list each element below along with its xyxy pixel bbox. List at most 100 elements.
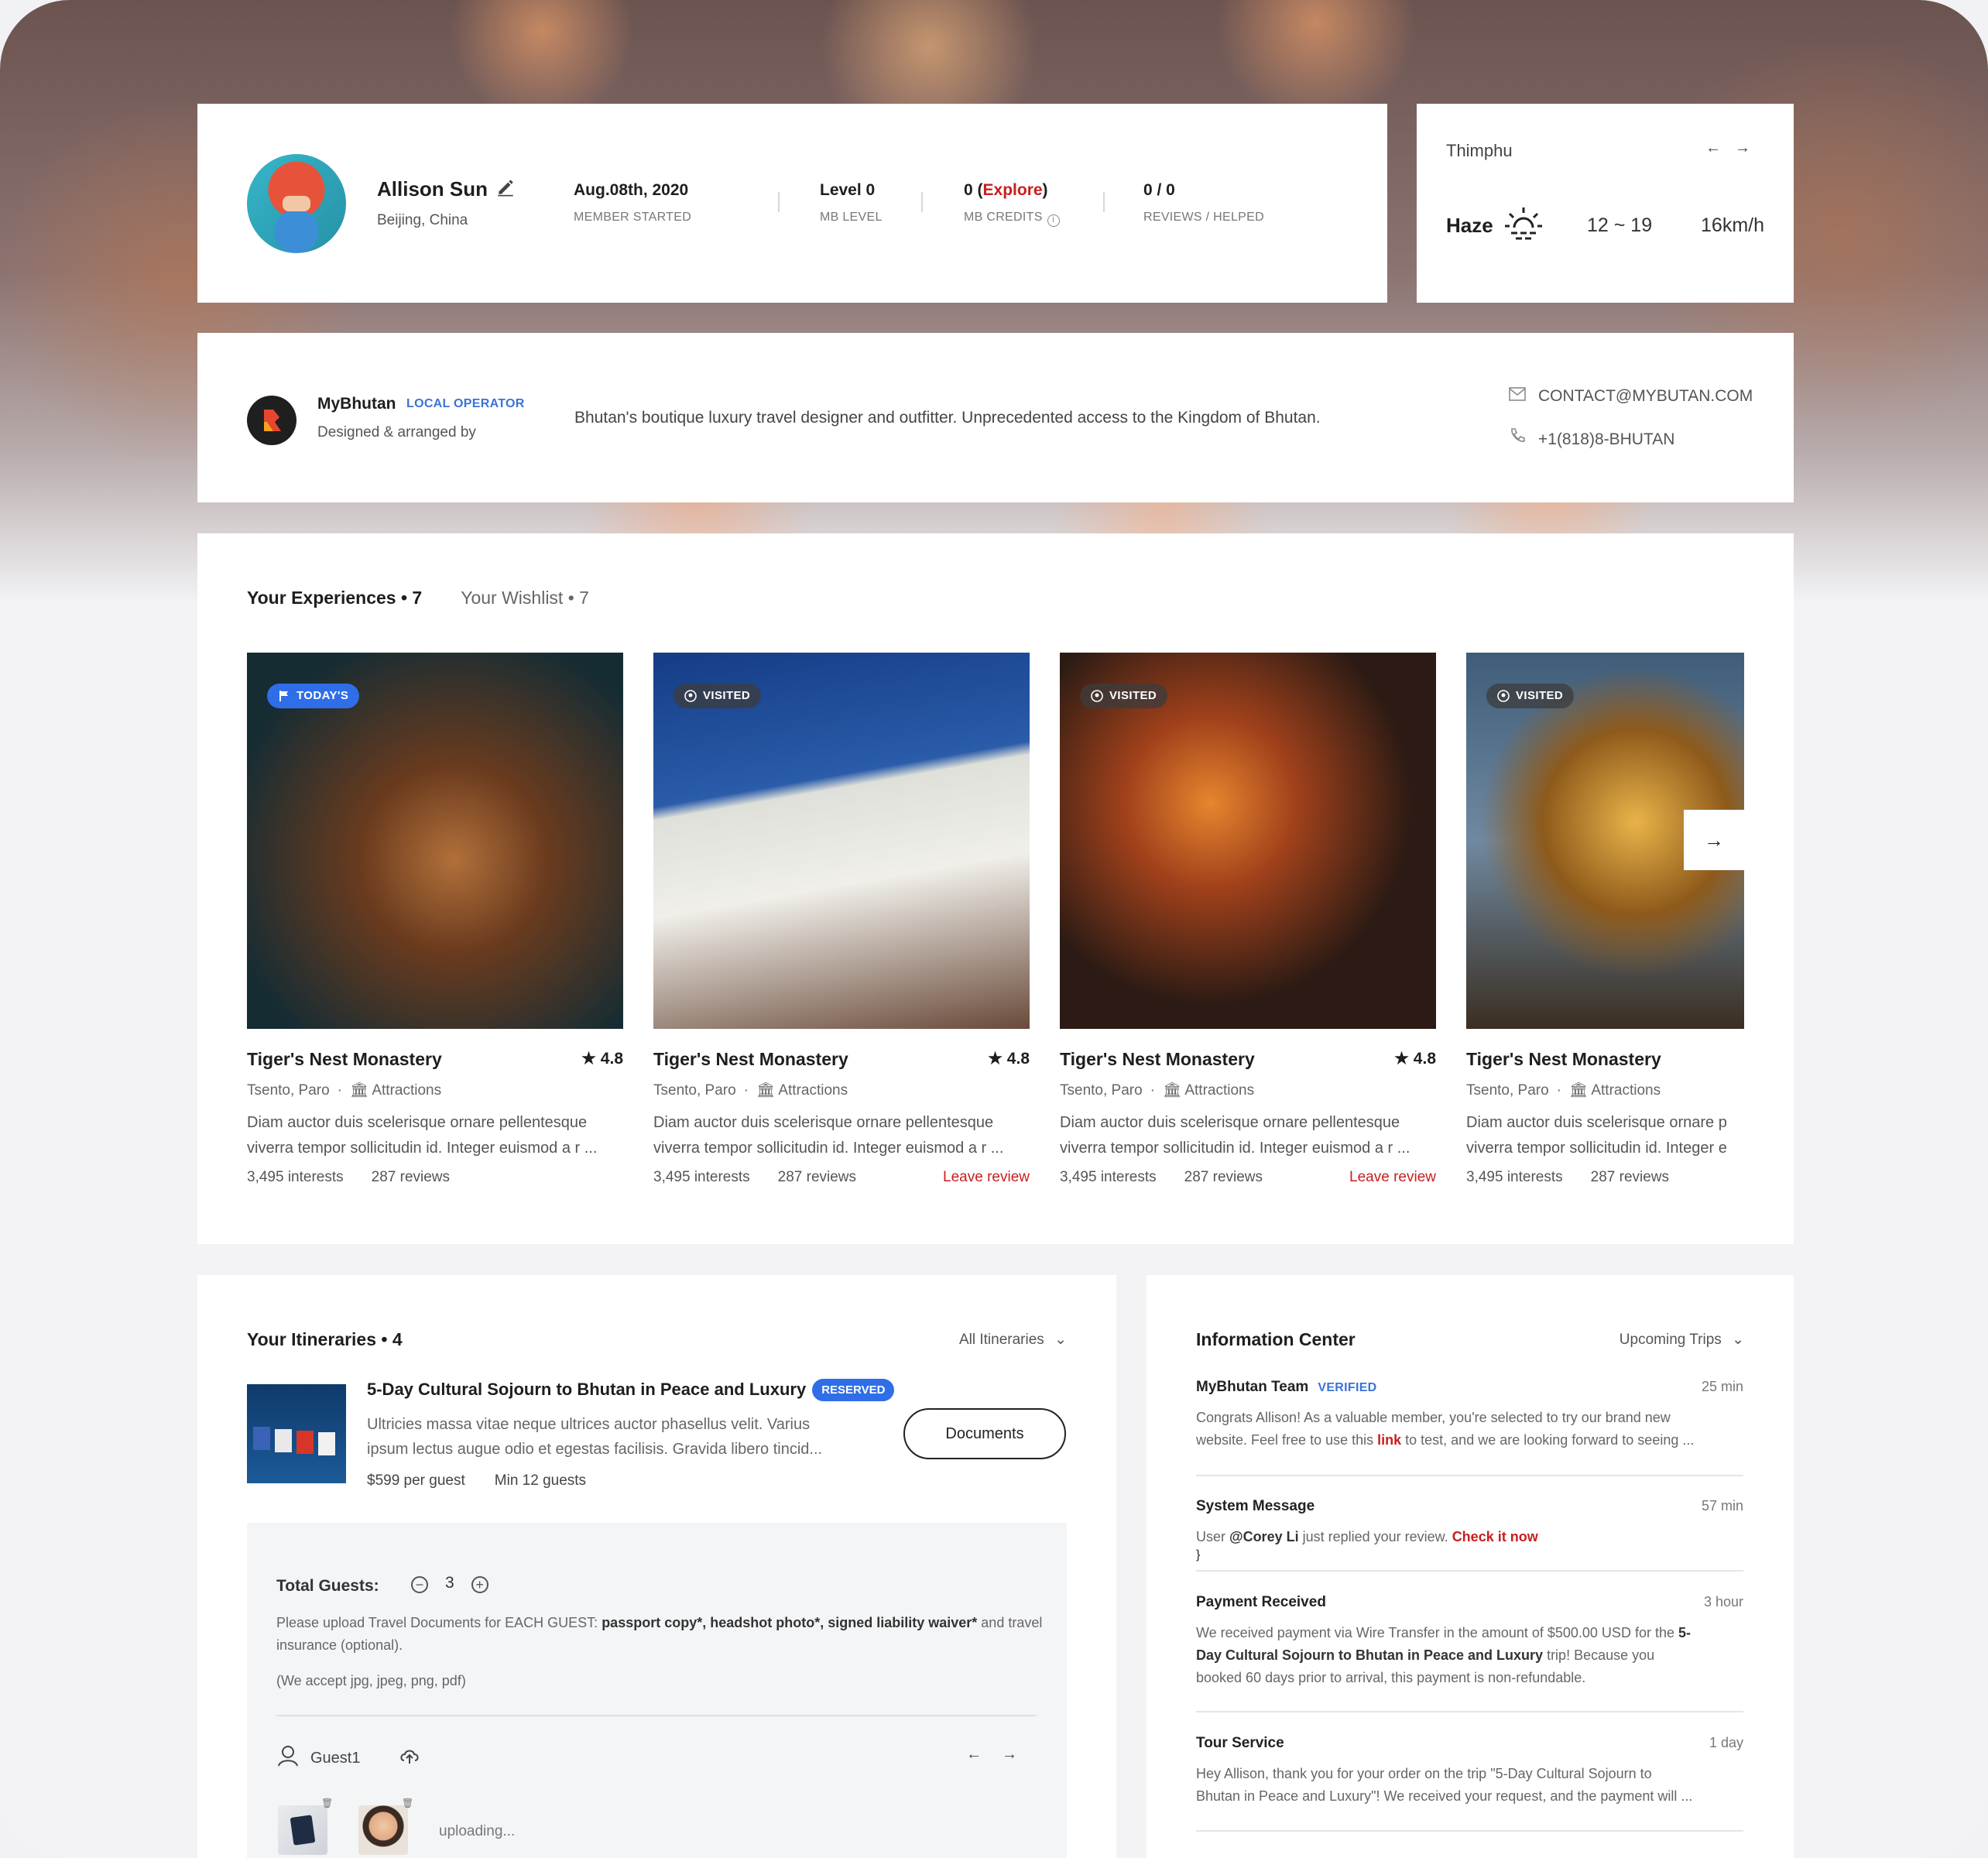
carousel-next-button[interactable]: → (1684, 810, 1744, 870)
message-item[interactable]: MyBhutan Team VERIFIED 25 min Congrats All… (1196, 1379, 1743, 1452)
stat-reviews: 0 / 0 REVIEWS / HELPED (1143, 181, 1264, 225)
itineraries-filter-dropdown[interactable]: All Itineraries ⌄ (959, 1331, 1067, 1349)
passport-thumbnail[interactable] (278, 1805, 327, 1855)
leave-review-link[interactable]: Leave review (943, 1169, 1030, 1186)
message-sender: System Message (1196, 1498, 1315, 1514)
experience-image[interactable]: VISITED (653, 653, 1030, 1029)
interests-count: 3,495 interests (1466, 1169, 1563, 1185)
min-guests: Min 12 guests (494, 1472, 587, 1489)
pin-icon (1497, 690, 1510, 702)
message-item[interactable]: System Message 57 min User @Corey Li just… (1196, 1498, 1743, 1562)
app-frame: Allison Sun Beijing, China Aug.08th, 202… (0, 0, 1988, 1858)
documents-button[interactable]: Documents (903, 1408, 1066, 1459)
status-badge: VISITED (1080, 684, 1168, 708)
message-item[interactable]: Payment Received 3 hour We received payme… (1196, 1594, 1743, 1689)
reviews-count: 287 reviews (371, 1169, 451, 1185)
phone-text: +1(818)8-BHUTAN (1538, 430, 1675, 448)
experience-rating: ★ 4.8 (1394, 1050, 1436, 1068)
level-value: Level 0 (820, 181, 876, 199)
plus-icon[interactable]: + (471, 1576, 488, 1593)
mybhutan-logo-icon (264, 410, 281, 431)
building-icon: 🏛 (756, 1082, 776, 1099)
experience-card[interactable]: TODAY'S Tiger's Nest Monastery ★ 4.8 Tsen… (247, 653, 623, 1186)
divider (1196, 1475, 1743, 1476)
total-guests-label: Total Guests: (276, 1577, 379, 1595)
stat-level: Level 0 MB LEVEL (820, 181, 883, 225)
operator-phone[interactable]: +1(818)8-BHUTAN (1509, 427, 1674, 449)
weather-wind: 16km/h (1701, 214, 1764, 236)
stat-credits: 0 (Explore) MB CREDITS i (964, 181, 1060, 227)
info-filter-dropdown[interactable]: Upcoming Trips ⌄ (1620, 1331, 1744, 1349)
user-mention[interactable]: @Corey Li (1229, 1529, 1299, 1544)
experience-rating: ★ 4.8 (581, 1050, 623, 1068)
message-link[interactable]: link (1377, 1432, 1401, 1448)
upload-status: uploading... (439, 1823, 516, 1839)
experience-description: Diam auctor duis scelerisque ornare pell… (1060, 1114, 1410, 1157)
prev-city-button[interactable]: ← (1705, 139, 1735, 156)
divider (921, 192, 923, 212)
trash-icon[interactable]: 🗑 (402, 1798, 413, 1810)
experience-title[interactable]: Tiger's Nest Monastery (1060, 1049, 1255, 1069)
experience-card[interactable]: VISITED Tiger's Nest Monastery ★ 4.8 Tsen… (1060, 653, 1436, 1186)
next-city-button[interactable]: → (1735, 139, 1764, 156)
experience-image[interactable]: VISITED (1060, 653, 1436, 1029)
experience-location: Tsento, Paro (653, 1082, 736, 1099)
trash-icon[interactable]: 🗑 (321, 1798, 333, 1810)
edit-icon[interactable] (495, 177, 516, 197)
operator-name[interactable]: MyBhutan (317, 395, 396, 413)
leave-review-link[interactable]: Leave review (1349, 1169, 1436, 1186)
profile-location: Beijing, China (377, 212, 468, 228)
status-badge: VISITED (674, 684, 762, 708)
reviews-count: 287 reviews (1590, 1169, 1670, 1185)
message-body: Congrats Allison! As a valuable member, … (1196, 1410, 1695, 1448)
tab-your-wishlist[interactable]: Your Wishlist • 7 (461, 588, 589, 608)
message-sender: Payment Received (1196, 1594, 1326, 1610)
information-center: Information Center Upcoming Trips ⌄ MyBh… (1147, 1275, 1794, 1858)
guest-name: Guest1 (310, 1750, 361, 1767)
badge-label: TODAY'S (296, 689, 349, 702)
explore-link[interactable]: Explore (983, 181, 1043, 199)
tab-your-experiences[interactable]: Your Experiences • 7 (247, 588, 422, 608)
experiences-section: Your Experiences • 7 Your Wishlist • 7 TO… (197, 533, 1794, 1244)
weather-card: Thimphu ←→ Haze 12 ~ 19 16km/h (1417, 104, 1794, 303)
experience-title[interactable]: Tiger's Nest Monastery (247, 1049, 442, 1069)
headshot-thumbnail[interactable] (358, 1805, 408, 1855)
experience-rating: ★ 4.8 (988, 1050, 1030, 1068)
operator-email[interactable]: CONTACT@MYBUTAN.COM (1509, 387, 1753, 406)
itinerary-title[interactable]: 5-Day Cultural Sojourn to Bhutan in Peac… (367, 1379, 895, 1401)
experience-category: Attractions (1184, 1082, 1255, 1099)
credits-label: MB CREDITS (964, 211, 1043, 224)
minus-icon[interactable]: − (411, 1576, 428, 1593)
info-icon[interactable]: i (1047, 214, 1060, 227)
divider (1103, 192, 1105, 212)
experience-title[interactable]: Tiger's Nest Monastery (1466, 1049, 1661, 1069)
experience-title[interactable]: Tiger's Nest Monastery (653, 1049, 848, 1069)
message-item[interactable]: Tour Service 1 day Hey Allison, thank you… (1196, 1735, 1743, 1808)
member-started-label: MEMBER STARTED (574, 211, 692, 224)
experience-card[interactable]: VISITED Tiger's Nest Monastery Tsento, P… (1466, 653, 1744, 1186)
experience-description: Diam auctor duis scelerisque ornare pell… (653, 1114, 1004, 1157)
reviews-count: 287 reviews (777, 1169, 857, 1185)
building-icon: 🏛 (350, 1082, 369, 1099)
member-started-value: Aug.08th, 2020 (574, 181, 689, 199)
accepted-formats: (We accept jpg, jpeg, png, pdf) (276, 1673, 466, 1688)
reviews-count: 287 reviews (1184, 1169, 1263, 1185)
prev-guest-button[interactable]: ← (966, 1746, 1002, 1763)
itinerary-price: $599 per guest Min 12 guests (367, 1472, 587, 1489)
profile-name: Allison Sun (377, 177, 488, 201)
experience-image[interactable]: TODAY'S (247, 653, 623, 1029)
divider (1196, 1711, 1743, 1712)
weather-condition: Haze (1446, 214, 1493, 237)
operator-tag: LOCAL OPERATOR (406, 397, 525, 410)
operator-description: Bhutan's boutique luxury travel designer… (574, 409, 1321, 427)
next-guest-button[interactable]: → (1002, 1746, 1037, 1763)
check-it-now-link[interactable]: Check it now (1452, 1529, 1538, 1544)
interests-count: 3,495 interests (1060, 1169, 1157, 1185)
upload-cloud-icon[interactable] (399, 1747, 420, 1765)
avatar[interactable] (247, 154, 346, 253)
experience-category: Attractions (372, 1082, 442, 1099)
haze-sun-icon (1505, 207, 1542, 240)
itinerary-thumbnail[interactable] (247, 1384, 346, 1483)
experience-card[interactable]: VISITED Tiger's Nest Monastery ★ 4.8 Tsen… (653, 653, 1030, 1186)
experience-category: Attractions (778, 1082, 848, 1099)
